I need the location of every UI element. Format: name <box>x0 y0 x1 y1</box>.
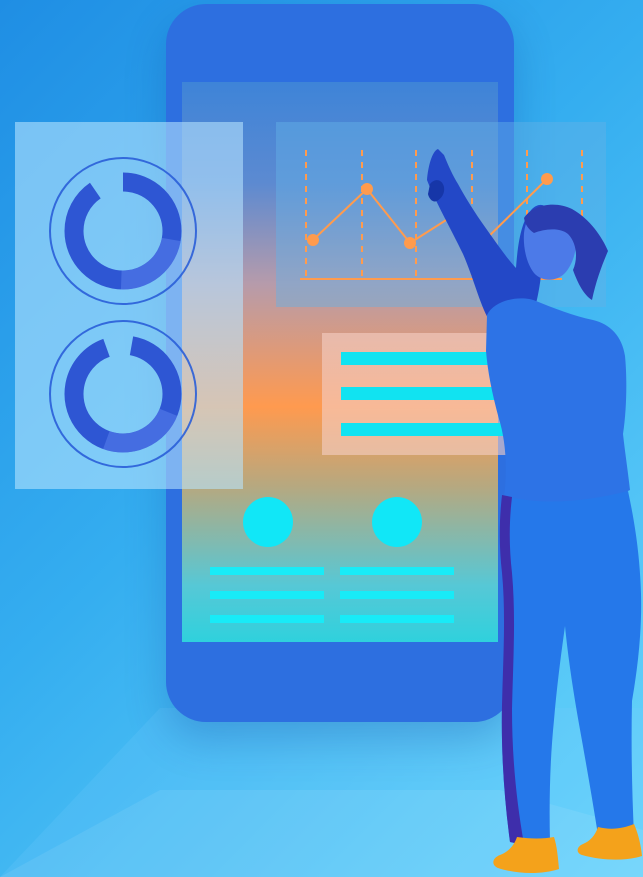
donut-chart-bottom <box>46 317 200 471</box>
screen-bar <box>210 615 324 623</box>
avatar-dot-right <box>372 497 422 547</box>
screen-bar <box>210 591 324 599</box>
avatar-dot-left <box>243 497 293 547</box>
screen-bar <box>210 567 324 575</box>
illustration-scene <box>0 0 643 877</box>
person-pointing <box>427 149 642 874</box>
donut-chart-top <box>46 154 200 308</box>
